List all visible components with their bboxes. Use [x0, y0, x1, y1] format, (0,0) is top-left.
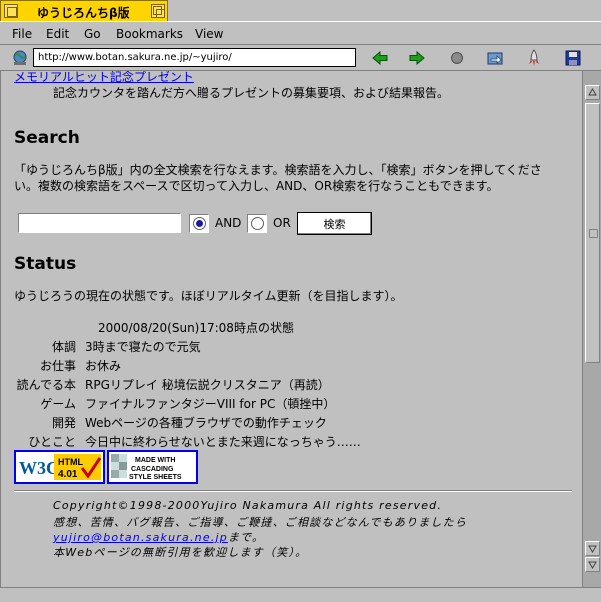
window-title: ゆうじろんちβ版	[37, 6, 130, 20]
search-button[interactable]: 検索	[297, 212, 372, 235]
window-title-tab[interactable]: ゆうじろんちβ版	[0, 0, 168, 21]
close-window-icon[interactable]	[4, 4, 18, 18]
status-label-comment: ひとこと	[28, 435, 76, 449]
menu-bookmarks[interactable]: Bookmarks	[116, 27, 183, 41]
css-logo: MADE WITH CASCADING STYLE SHEETS	[109, 452, 196, 482]
forward-arrow-icon[interactable]	[408, 49, 426, 67]
status-desc: ゆうじろうの現在の状態です。ほぼリアルタイム更新（を目指します）。	[14, 289, 403, 303]
status-value-comment: 今日中に終わらせないとまた来週になっちゃう……	[85, 435, 361, 449]
status-value-condition: 3時まで寝たので元気	[85, 340, 201, 354]
memorial-hit-link[interactable]: メモリアルヒット記念プレゼント	[14, 71, 194, 85]
and-radio-dot	[193, 217, 206, 230]
memorial-hit-desc: 記念カウンタを踏んだ方へ贈るプレゼントの募集要項、および結果報告。	[53, 86, 450, 100]
footer-divider	[14, 490, 572, 492]
email-line: yujiro@botan.sakura.ne.jpまで。	[53, 529, 264, 545]
or-radio-dot	[251, 217, 264, 230]
save-disk-icon[interactable]	[564, 49, 582, 67]
zoom-window-icon[interactable]	[151, 4, 165, 18]
feedback-text: 感想、苦情、バグ報告、ご指導、ご鞭撻、ご相談などなんでもありましたら	[53, 516, 468, 529]
or-radio[interactable]	[247, 214, 267, 233]
url-input[interactable]	[33, 48, 356, 67]
horizontal-scrollbar[interactable]	[0, 587, 601, 602]
back-arrow-icon[interactable]	[371, 49, 389, 67]
css-line1: MADE WITH	[135, 457, 175, 464]
html-version: 4.01	[58, 469, 78, 480]
rocket-icon[interactable]	[525, 49, 543, 67]
menu-edit[interactable]: Edit	[46, 27, 69, 41]
scroll-down-arrow-icon[interactable]	[585, 541, 600, 556]
email-link[interactable]: yujiro@botan.sakura.ne.jp	[53, 531, 228, 544]
scroll-down-arrow-2-icon[interactable]	[585, 557, 600, 572]
status-heading: Status	[14, 254, 77, 274]
status-label-reading: 読んでる本	[16, 378, 76, 392]
toolbar	[0, 45, 601, 71]
globe-icon	[13, 50, 27, 65]
html-text: HTML	[58, 457, 83, 467]
status-label-game: ゲーム	[40, 397, 76, 411]
and-label: AND	[215, 216, 242, 230]
title-bar: ゆうじろんちβ版	[0, 0, 601, 21]
status-label-work: お仕事	[39, 359, 76, 373]
css-line3: STYLE SHEETS	[129, 474, 182, 481]
status-label-condition: 体調	[51, 340, 76, 354]
search-input[interactable]	[18, 213, 181, 233]
status-value-game: ファイナルファンタジーVIII for PC（頓挫中）	[85, 397, 336, 411]
reload-icon[interactable]	[486, 49, 504, 67]
status-value-reading: RPGリプレイ 秘境伝説クリスタニア（再読）	[85, 378, 330, 392]
menu-view[interactable]: View	[195, 27, 223, 41]
stop-icon[interactable]	[448, 49, 466, 67]
citation-text: 本Webページの無断引用を歓迎します（笑）。	[53, 546, 308, 559]
search-heading: Search	[14, 128, 80, 148]
menu-go[interactable]: Go	[84, 27, 101, 41]
css-line2: CASCADING	[131, 466, 174, 473]
or-label: OR	[273, 216, 291, 230]
search-desc-line2: い。複数の検索語をスペースで区切って入力し、AND、OR検索を行なうこともできま…	[14, 179, 499, 193]
status-value-work: お休み	[85, 359, 122, 373]
menu-bar: File Edit Go Bookmarks View	[0, 21, 601, 45]
status-value-dev: Webページの各種ブラウザでの動作チェック	[85, 416, 327, 430]
vertical-scrollbar[interactable]	[582, 71, 601, 587]
status-label-dev: 開発	[51, 416, 76, 430]
and-radio[interactable]	[189, 214, 209, 233]
w3c-text: W3C	[19, 458, 59, 478]
css-badge[interactable]: MADE WITH CASCADING STYLE SHEETS	[107, 450, 198, 484]
email-suffix: まで。	[227, 531, 265, 544]
menu-file[interactable]: File	[12, 27, 32, 41]
w3c-html-badge[interactable]: W3C HTML 4.01	[14, 450, 105, 484]
w3c-html-logo: W3C HTML 4.01	[16, 452, 103, 482]
status-timestamp: 2000/08/20(Sun)17:08時点の状態	[98, 321, 294, 335]
scroll-thumb[interactable]	[585, 103, 600, 363]
scroll-up-arrow-icon[interactable]	[585, 85, 600, 100]
copyright-text: Copyright©1998-2000Yujiro Nakamura All r…	[53, 499, 443, 512]
page-content: メモリアルヒット記念プレゼント 記念カウンタを踏んだ方へ贈るプレゼントの募集要項…	[0, 71, 582, 587]
